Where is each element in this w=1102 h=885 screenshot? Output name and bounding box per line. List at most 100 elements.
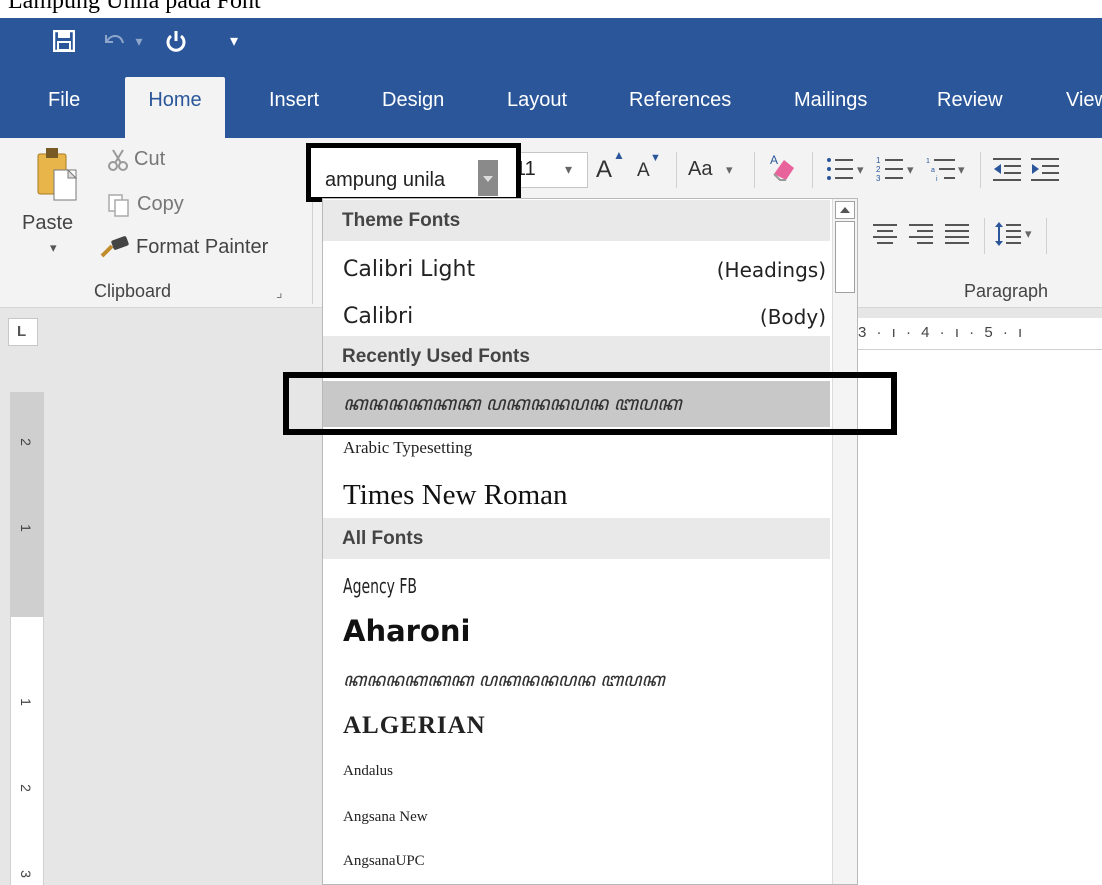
vertical-ruler-mark: 3 [17, 870, 34, 878]
undo-dropdown-icon[interactable]: ▾ [131, 22, 147, 60]
redo-icon[interactable] [158, 22, 194, 60]
recent-fonts-header: Recently Used Fonts [323, 336, 830, 377]
increase-indent-icon[interactable] [1030, 156, 1060, 182]
font-item-algerian[interactable]: ALGERIAN [323, 704, 830, 748]
font-item-tag: (Body) [759, 305, 826, 329]
clipboard-launcher-icon[interactable]: ⌟ [276, 284, 283, 301]
separator [754, 152, 755, 188]
font-dropdown-list: Theme Fonts Calibri Light (Headings) Cal… [322, 198, 858, 885]
tab-home[interactable]: Home [125, 77, 225, 138]
line-spacing-dropdown-icon[interactable]: ▾ [1025, 226, 1032, 242]
separator [676, 152, 677, 188]
horizontal-ruler-marks: 3 · ı · 4 · ı · 5 · ı [858, 324, 1026, 341]
horizontal-ruler[interactable]: 3 · ı · 4 · ı · 5 · ı [858, 318, 1102, 350]
tab-view[interactable]: View [1066, 77, 1102, 138]
scrollbar-thumb[interactable] [835, 221, 855, 293]
scroll-up-button[interactable] [835, 201, 855, 219]
bullets-icon[interactable] [826, 156, 854, 182]
tab-file[interactable]: File [48, 77, 80, 138]
font-item-name: Calibri [343, 304, 414, 329]
bullets-dropdown-icon[interactable]: ▾ [857, 162, 864, 178]
font-item-lampung-unila-all[interactable]: ꦏꦤꦤꦏꦏꦏ ꦥꦏꦤꦤꦥꦤ ꦧꦥꦏ [323, 661, 830, 701]
numbering-dropdown-icon[interactable]: ▾ [907, 162, 914, 178]
align-right-icon[interactable] [908, 222, 934, 246]
font-item-agency-fb[interactable]: Agency FB [323, 567, 830, 605]
font-size-dropdown-icon[interactable]: ▾ [565, 161, 572, 178]
annotation-highlight-box [283, 372, 897, 435]
tab-layout[interactable]: Layout [507, 77, 567, 138]
font-item-calibri-light[interactable]: Calibri Light (Headings) [323, 249, 830, 291]
format-painter-button[interactable]: Format Painter [136, 236, 268, 259]
tab-insert[interactable]: Insert [269, 77, 319, 138]
align-center-icon[interactable] [872, 222, 898, 246]
undo-icon[interactable] [97, 22, 131, 60]
svg-text:a: a [931, 167, 935, 174]
font-item-angsanaupc[interactable]: AngsanaUPC [323, 844, 830, 878]
svg-text:i: i [936, 176, 938, 182]
grow-font-arrow-icon: ▲ [613, 148, 625, 162]
copy-icon[interactable] [108, 194, 130, 218]
line-spacing-icon[interactable] [994, 220, 1022, 248]
cropped-caption: Lampung Unila pada Font [0, 0, 1102, 18]
all-fonts-header: All Fonts [323, 518, 830, 559]
cropped-caption-text: Lampung Unila pada Font [8, 0, 261, 14]
separator [984, 218, 985, 254]
font-item-calibri[interactable]: Calibri (Body) [323, 296, 830, 338]
separator [980, 152, 981, 188]
tab-mailings[interactable]: Mailings [794, 77, 867, 138]
theme-fonts-header: Theme Fonts [323, 200, 830, 241]
font-list-scrollbar[interactable] [832, 199, 857, 884]
justify-icon[interactable] [944, 222, 970, 246]
vertical-ruler-mark: 2 [17, 438, 34, 446]
vertical-ruler-margin [11, 392, 43, 617]
vertical-ruler-mark: 1 [17, 524, 34, 532]
vertical-ruler-mark: 1 [17, 698, 34, 706]
change-case-dropdown-icon[interactable]: ▾ [726, 162, 733, 178]
tab-references[interactable]: References [629, 77, 731, 138]
shrink-font-button[interactable]: A [637, 160, 650, 182]
paste-button-label[interactable]: Paste [22, 212, 73, 235]
clear-formatting-icon[interactable]: A [768, 152, 798, 184]
font-name-combo[interactable]: ampung unila [306, 143, 521, 202]
customize-qat-icon[interactable]: ▾ [221, 22, 247, 60]
copy-button[interactable]: Copy [137, 193, 184, 216]
cut-button[interactable]: Cut [134, 148, 165, 171]
tab-selector-label: L [17, 323, 27, 340]
tab-selector[interactable]: L [8, 318, 38, 346]
font-item-tag: (Headings) [716, 258, 826, 282]
font-item-times-new-roman[interactable]: Times New Roman [323, 471, 830, 519]
decrease-indent-icon[interactable] [992, 156, 1022, 182]
save-icon[interactable] [44, 22, 84, 60]
tab-review[interactable]: Review [937, 77, 1003, 138]
cut-icon[interactable] [106, 148, 130, 172]
font-item-angsana-new[interactable]: Angsana New [323, 800, 830, 834]
paste-icon[interactable] [36, 144, 78, 206]
svg-text:2: 2 [876, 165, 881, 174]
paste-dropdown-icon[interactable]: ▾ [50, 240, 57, 256]
multilevel-list-icon[interactable]: 1ai [926, 156, 956, 183]
paragraph-group-label: Paragraph [964, 281, 1049, 301]
vertical-ruler[interactable]: 2 1 1 2 3 [10, 392, 44, 885]
multilevel-dropdown-icon[interactable]: ▾ [958, 162, 965, 178]
tab-design[interactable]: Design [382, 77, 444, 138]
font-item-andalus[interactable]: Andalus [323, 754, 830, 788]
separator [1046, 218, 1047, 254]
separator [812, 152, 813, 188]
svg-text:1: 1 [926, 158, 930, 165]
grow-font-button[interactable]: A [596, 156, 612, 184]
clipboard-group-label: Clipboard [94, 281, 172, 301]
font-item-name: Calibri Light [343, 257, 476, 282]
quick-access-toolbar: ▾ ▾ [0, 18, 1102, 63]
font-name-dropdown-button[interactable] [478, 160, 498, 196]
change-case-button[interactable]: Aa [688, 158, 712, 181]
font-item-arabic-typesetting[interactable]: Arabic Typesetting [323, 431, 830, 465]
font-item-name: Agency FB [343, 574, 418, 598]
numbering-icon[interactable]: 123 [876, 156, 904, 183]
format-painter-icon[interactable] [100, 234, 132, 258]
shrink-font-arrow-icon: ▼ [650, 152, 661, 164]
font-name-input[interactable]: ampung unila [325, 162, 495, 198]
svg-text:A: A [770, 153, 778, 167]
svg-text:3: 3 [876, 174, 881, 182]
font-item-aharoni[interactable]: Aharoni [323, 609, 830, 653]
vertical-ruler-mark: 2 [17, 784, 34, 792]
